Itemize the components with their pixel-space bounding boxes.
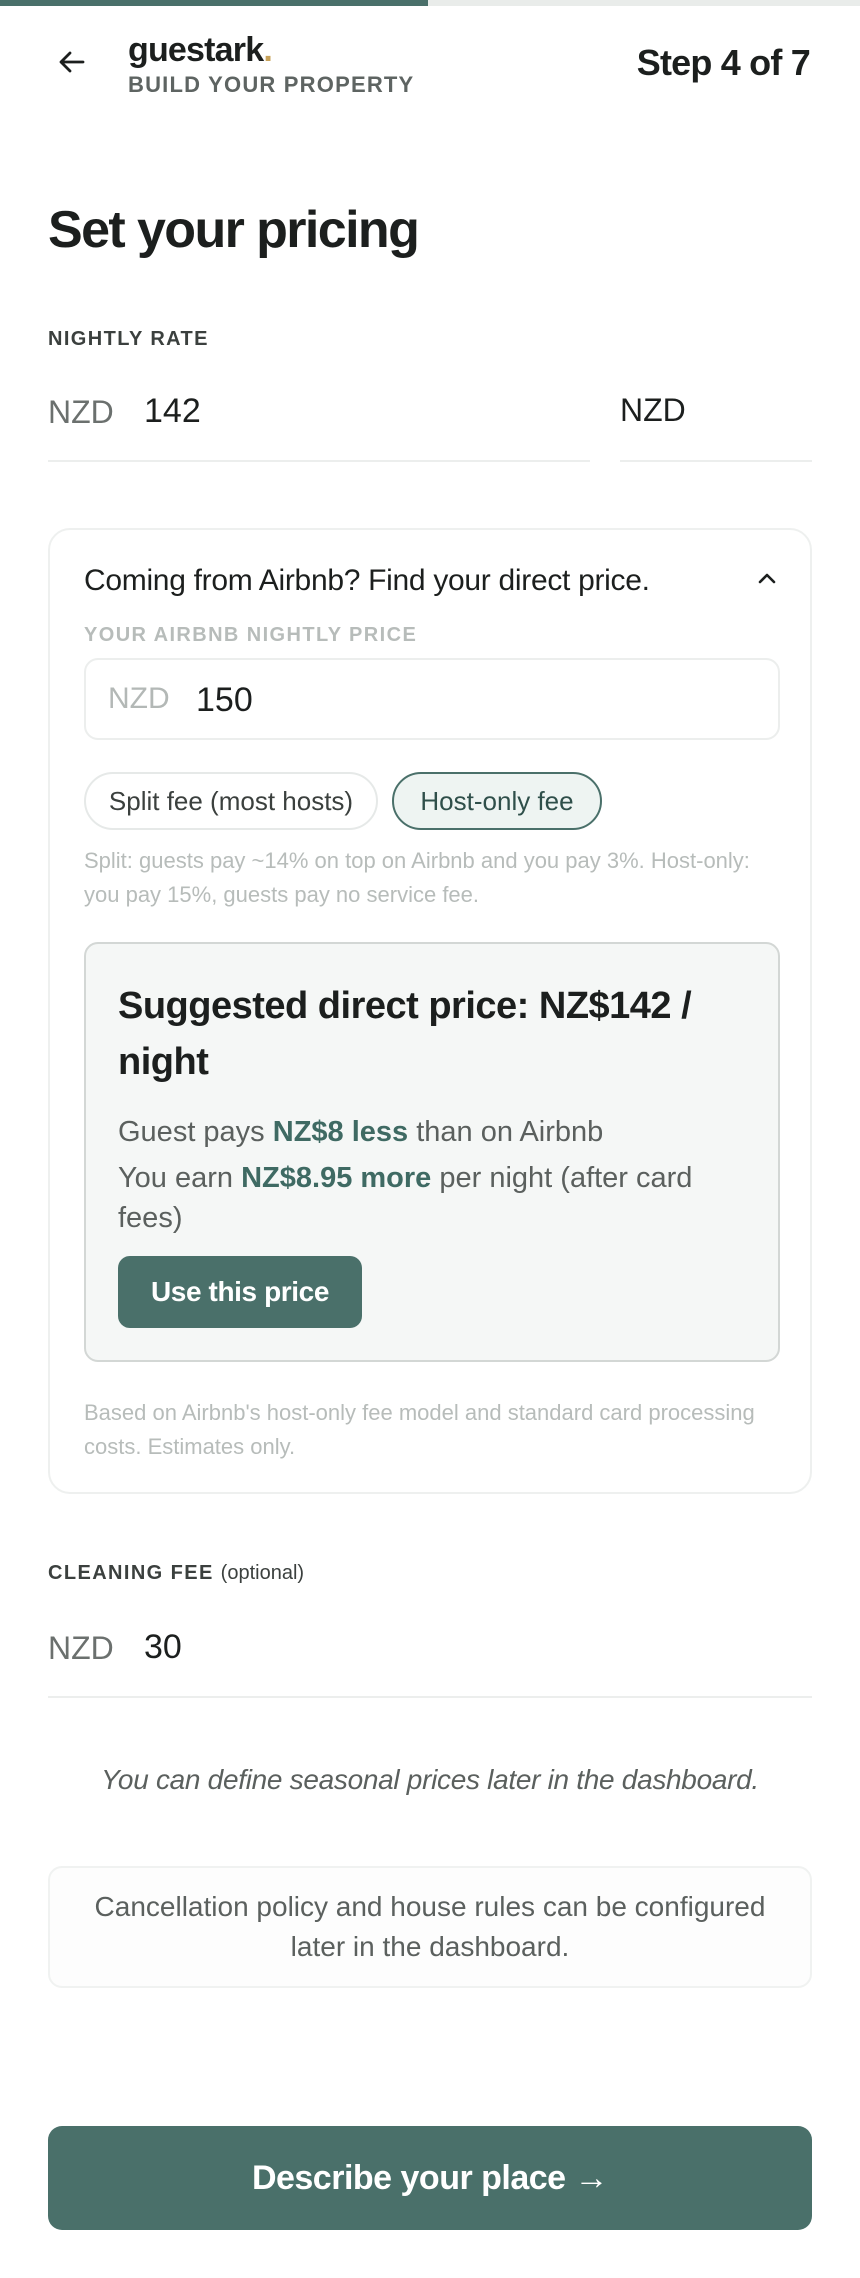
split-fee-option[interactable]: Split fee (most hosts) (84, 772, 378, 830)
airbnb-toggle[interactable]: Coming from Airbnb? Find your direct pri… (84, 554, 784, 604)
brand: guestark. BUILD YOUR PROPERTY (128, 30, 414, 98)
policy-note-box: Cancellation policy and house rules can … (48, 1866, 812, 1988)
guest-savings-line: Guest pays NZ$8 less than on Airbnb (118, 1116, 604, 1148)
airbnb-price-prefix: NZD (108, 682, 170, 715)
host-earnings-line: You earn NZ$8.95 more per night (after c… (118, 1162, 693, 1234)
optional-tag: (optional) (220, 1562, 305, 1584)
describe-place-button[interactable]: Describe your place → (48, 2126, 812, 2230)
nightly-rate-prefix: NZD (48, 394, 114, 430)
step-indicator: Step 4 of 7 (636, 42, 811, 83)
brand-subtitle: BUILD YOUR PROPERTY (128, 72, 415, 97)
host-earnings-amount: NZ$8.95 more (241, 1162, 432, 1194)
airbnb-price-input[interactable] (196, 676, 756, 724)
policy-note: Cancellation policy and house rules can … (94, 1891, 766, 1962)
suggested-price-box: Suggested direct price: NZ$142 / night G… (84, 942, 780, 1362)
header: guestark. BUILD YOUR PROPERTY Step 4 of … (0, 6, 860, 116)
currency-value: NZD (620, 392, 686, 428)
guest-savings-amount: NZ$8 less (272, 1116, 409, 1148)
estimate-note: Based on Airbnb's host-only fee model an… (84, 1400, 755, 1459)
cleaning-fee-field: NZD (48, 1616, 812, 1698)
currency-select[interactable]: NZD (620, 380, 812, 462)
airbnb-calculator-card: Coming from Airbnb? Find your direct pri… (48, 528, 812, 1494)
brand-logo: guestark. (128, 31, 273, 69)
back-button[interactable] (50, 40, 94, 84)
arrow-left-icon (59, 51, 85, 73)
nightly-rate-input[interactable] (144, 386, 564, 436)
host-only-fee-option[interactable]: Host-only fee (392, 772, 602, 830)
page-title: Set your pricing (48, 201, 420, 259)
airbnb-price-label: YOUR AIRBNB NIGHTLY PRICE (84, 624, 418, 646)
fee-explanation: Split: guests pay ~14% on top on Airbnb … (84, 848, 750, 907)
seasonal-pricing-note: You can define seasonal prices later in … (101, 1764, 759, 1795)
cleaning-fee-input[interactable] (144, 1622, 564, 1672)
suggested-price-title: Suggested direct price: NZ$142 / night (118, 985, 692, 1083)
cleaning-fee-prefix: NZD (48, 1630, 114, 1666)
chevron-up-icon (750, 562, 784, 596)
airbnb-question: Coming from Airbnb? Find your direct pri… (84, 564, 650, 597)
airbnb-price-field: NZD (84, 658, 780, 740)
nightly-rate-field: NZD (48, 380, 590, 462)
cleaning-fee-label: CLEANING FEE (optional) (48, 1562, 305, 1584)
nightly-rate-label: NIGHTLY RATE (48, 328, 209, 350)
use-this-price-button[interactable]: Use this price (118, 1256, 362, 1328)
